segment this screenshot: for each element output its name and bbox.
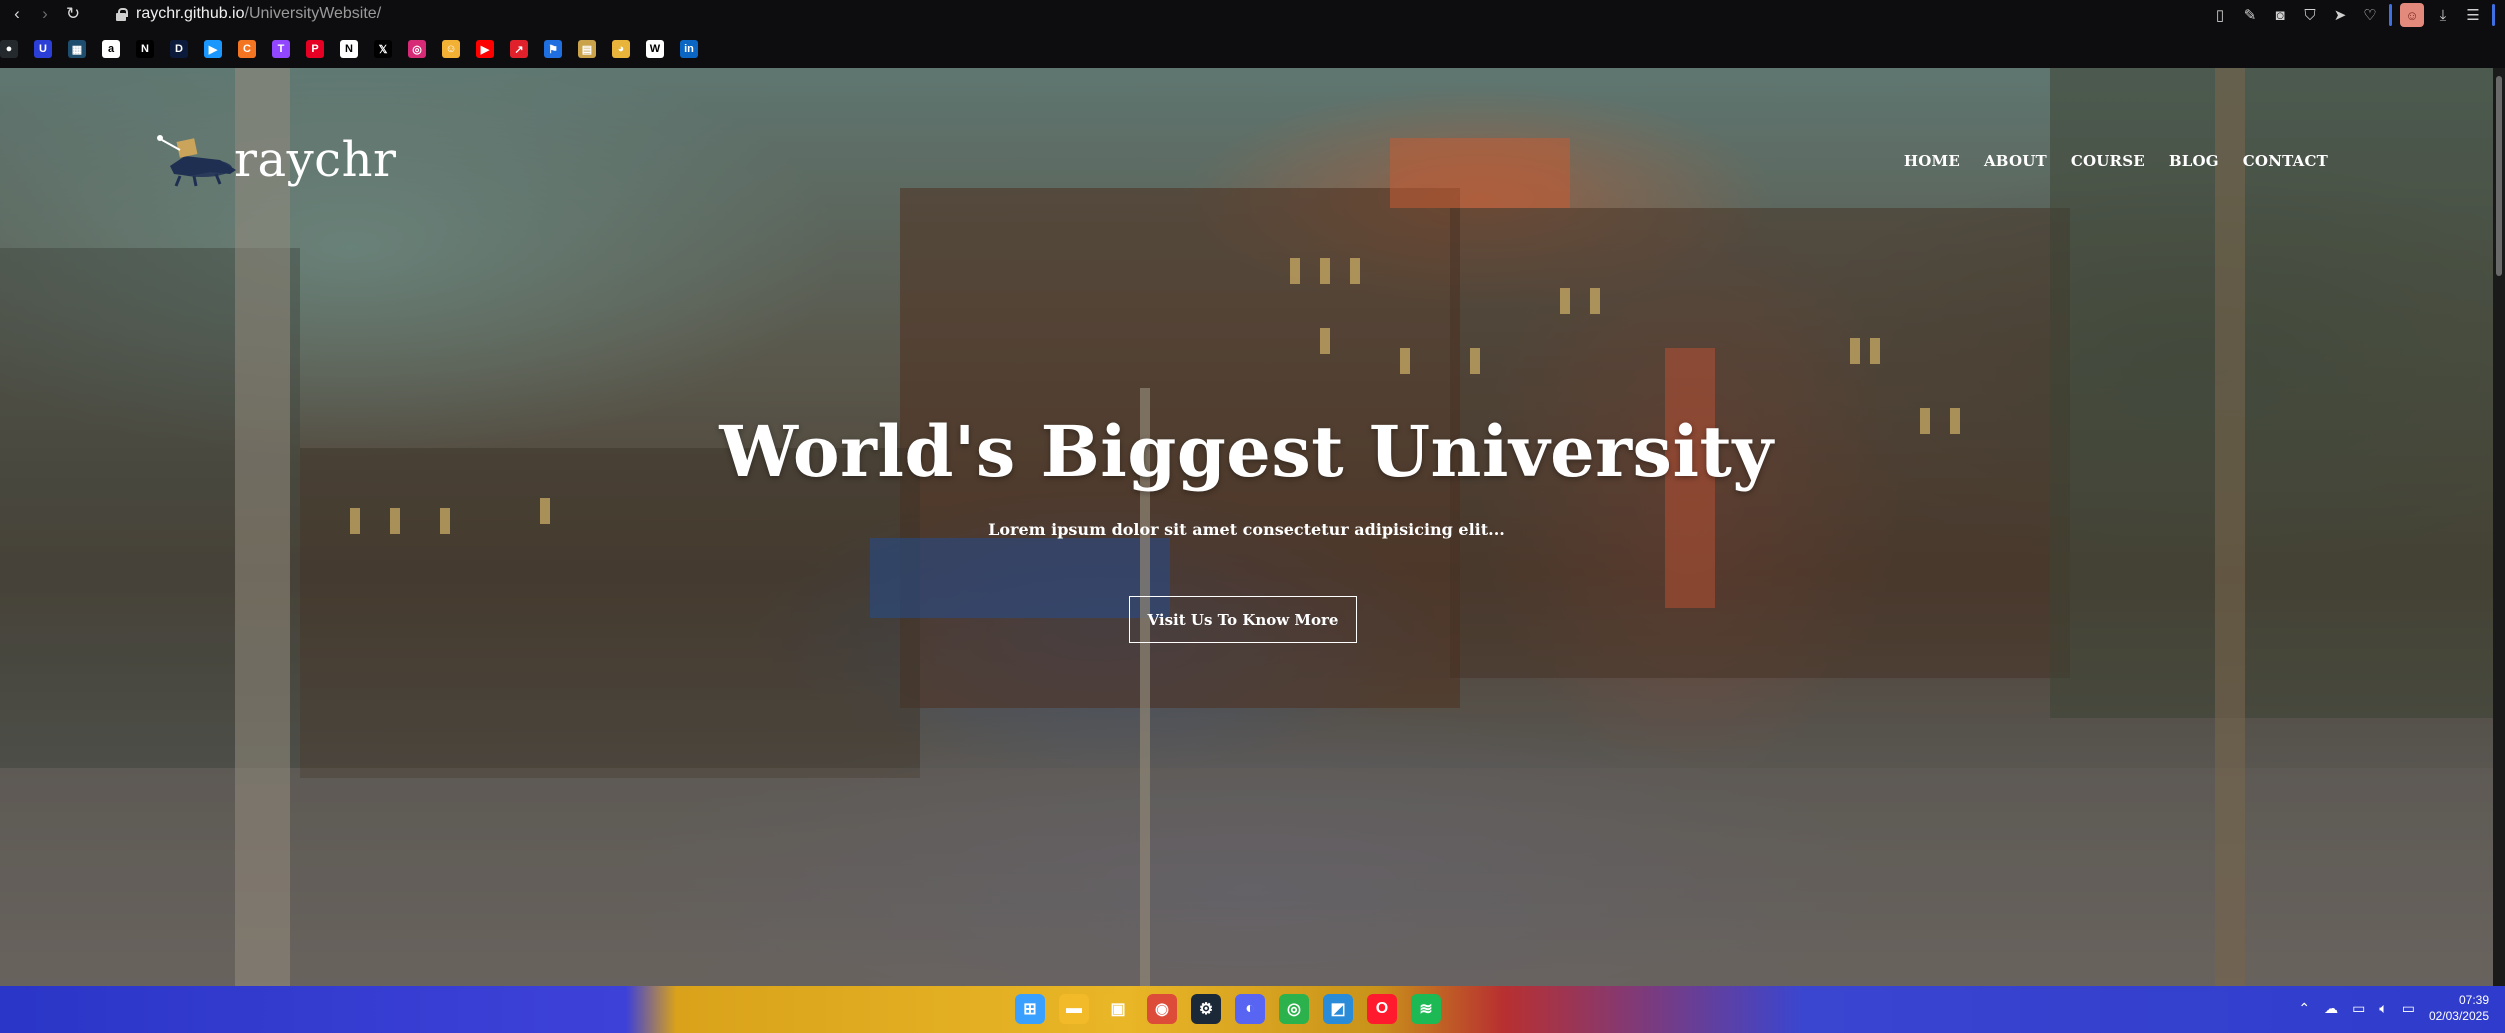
store-icon[interactable]: ▣ bbox=[1103, 994, 1133, 1024]
visit-us-button[interactable]: Visit Us To Know More bbox=[1129, 596, 1357, 643]
page-scrollbar[interactable] bbox=[2493, 68, 2505, 986]
site-logo[interactable]: raychr bbox=[150, 130, 396, 190]
send-icon[interactable]: ➤ bbox=[2329, 4, 2351, 26]
toolbar-divider bbox=[2492, 4, 2495, 26]
logo-text: raychr bbox=[234, 132, 397, 188]
pinterest-icon[interactable]: P bbox=[306, 40, 324, 58]
windows-taskbar: ⊞ ▬ ▣ ◉ ⚙ ◐ ◎ ◩ O ≋ ⌃ ☁ ▭ 🔈︎ ▭ 07:39 02/03/2025 bbox=[0, 986, 2505, 1033]
youtube-icon[interactable]: ▶ bbox=[476, 40, 494, 58]
nav-course[interactable]: COURSE bbox=[2071, 152, 2145, 170]
netflix-icon[interactable]: N bbox=[136, 40, 154, 58]
back-icon[interactable]: ‹ bbox=[6, 3, 28, 25]
file-explorer-icon[interactable]: ▬ bbox=[1059, 994, 1089, 1024]
wix-icon[interactable]: W bbox=[646, 40, 664, 58]
u-brand-icon[interactable]: U bbox=[34, 40, 52, 58]
clock-time: 07:39 bbox=[2458, 993, 2489, 1007]
heart-icon[interactable]: ♡ bbox=[2359, 4, 2381, 26]
instagram-icon[interactable]: ◎ bbox=[408, 40, 426, 58]
system-tray: ⌃ ☁ ▭ 🔈︎ ▭ 07:39 02/03/2025 bbox=[2298, 992, 2489, 1024]
chrome-icon[interactable]: ◉ bbox=[1147, 994, 1177, 1024]
nav-home[interactable]: HOME bbox=[1904, 152, 1960, 170]
address-bar[interactable]: raychr.github.io/UniversityWebsite/ bbox=[136, 5, 381, 23]
logo-dog-icon bbox=[150, 130, 242, 190]
taskbar-apps: ⊞ ▬ ▣ ◉ ⚙ ◐ ◎ ◩ O ≋ bbox=[1015, 994, 1441, 1024]
network-icon[interactable]: ▭ bbox=[2352, 1000, 2365, 1017]
clock-date: 02/03/2025 bbox=[2428, 1009, 2489, 1023]
prime-video-icon[interactable]: ▶ bbox=[204, 40, 222, 58]
crunchyroll-icon[interactable]: C bbox=[238, 40, 256, 58]
browser-toolbar: ▯ ✎ ◙ ⛉ ➤ ♡ ☺ ⤓ ☰ bbox=[2209, 3, 2495, 27]
steam-icon[interactable]: ⚙ bbox=[1191, 994, 1221, 1024]
nav-blog[interactable]: BLOG bbox=[2169, 152, 2219, 170]
toolbar-divider bbox=[2389, 4, 2392, 26]
github-icon[interactable]: ● bbox=[0, 40, 18, 58]
app-red-icon[interactable]: ↗ bbox=[510, 40, 528, 58]
twitch-icon[interactable]: T bbox=[272, 40, 290, 58]
windows-start-icon[interactable]: ⊞ bbox=[1015, 994, 1045, 1024]
url-path: /UniversityWebsite/ bbox=[244, 5, 382, 22]
folder-app-icon[interactable]: ▤ bbox=[578, 40, 596, 58]
emoji-icon[interactable]: ◕ bbox=[612, 40, 630, 58]
linkedin-icon[interactable]: in bbox=[680, 40, 698, 58]
edit-icon[interactable]: ✎ bbox=[2239, 4, 2261, 26]
camera-icon[interactable]: ◙ bbox=[2269, 4, 2291, 26]
amazon-icon[interactable]: a bbox=[102, 40, 120, 58]
browser-chrome: ‹ › ↻ raychr.github.io/UniversityWebsite… bbox=[0, 0, 2505, 68]
reader-icon[interactable]: ▯ bbox=[2209, 4, 2231, 26]
opera-icon[interactable]: O bbox=[1367, 994, 1397, 1024]
nav-contact[interactable]: CONTACT bbox=[2243, 152, 2328, 170]
hero-title: World's Biggest University bbox=[719, 410, 1774, 493]
battery-icon[interactable]: ▭ bbox=[2402, 1000, 2415, 1017]
scrollbar-thumb[interactable] bbox=[2496, 76, 2502, 276]
chrome-canary-icon[interactable]: ◎ bbox=[1279, 994, 1309, 1024]
clock[interactable]: 07:39 02/03/2025 bbox=[2429, 992, 2489, 1024]
hero-subtitle: Lorem ipsum dolor sit amet consectetur a… bbox=[988, 520, 1505, 539]
address-bar-row: ‹ › ↻ raychr.github.io/UniversityWebsite… bbox=[0, 0, 2505, 28]
shield-icon[interactable]: ⛉ bbox=[2299, 4, 2321, 26]
reload-icon[interactable]: ↻ bbox=[62, 3, 84, 25]
forward-icon[interactable]: › bbox=[34, 3, 56, 25]
flag-icon[interactable]: ⚑ bbox=[544, 40, 562, 58]
disney-icon[interactable]: D bbox=[170, 40, 188, 58]
avatar-icon[interactable]: ☺ bbox=[2400, 3, 2424, 27]
url-domain: raychr.github.io bbox=[136, 5, 245, 22]
notion-icon[interactable]: N bbox=[340, 40, 358, 58]
menu-icon[interactable]: ☰ bbox=[2462, 4, 2484, 26]
bookmarks-bar: ● U ▦ a N D ▶ C T P N 𝕏 ◎ ☺ ▶ ↗ ⚑ ▤ ◕ Win bbox=[0, 38, 714, 60]
download-icon[interactable]: ⤓ bbox=[2432, 4, 2454, 26]
nav-about[interactable]: ABOUT bbox=[1984, 152, 2047, 170]
volume-icon[interactable]: 🔈︎ bbox=[2379, 1000, 2387, 1017]
page-viewport: raychr HOME ABOUT COURSE BLOG CONTACT Wo… bbox=[0, 68, 2493, 986]
calendar-icon[interactable]: ▦ bbox=[68, 40, 86, 58]
app-blue-icon[interactable]: ◩ bbox=[1323, 994, 1353, 1024]
x-icon[interactable]: 𝕏 bbox=[374, 40, 392, 58]
lock-icon bbox=[114, 7, 128, 21]
onedrive-icon[interactable]: ☁ bbox=[2324, 1000, 2338, 1017]
discord-icon[interactable]: ◐ bbox=[1235, 994, 1265, 1024]
spotify-icon[interactable]: ≋ bbox=[1411, 994, 1441, 1024]
main-nav: HOME ABOUT COURSE BLOG CONTACT bbox=[1904, 152, 2328, 170]
chevron-up-icon[interactable]: ⌃ bbox=[2298, 1000, 2310, 1017]
bookmark-yellow-icon[interactable]: ☺ bbox=[442, 40, 460, 58]
